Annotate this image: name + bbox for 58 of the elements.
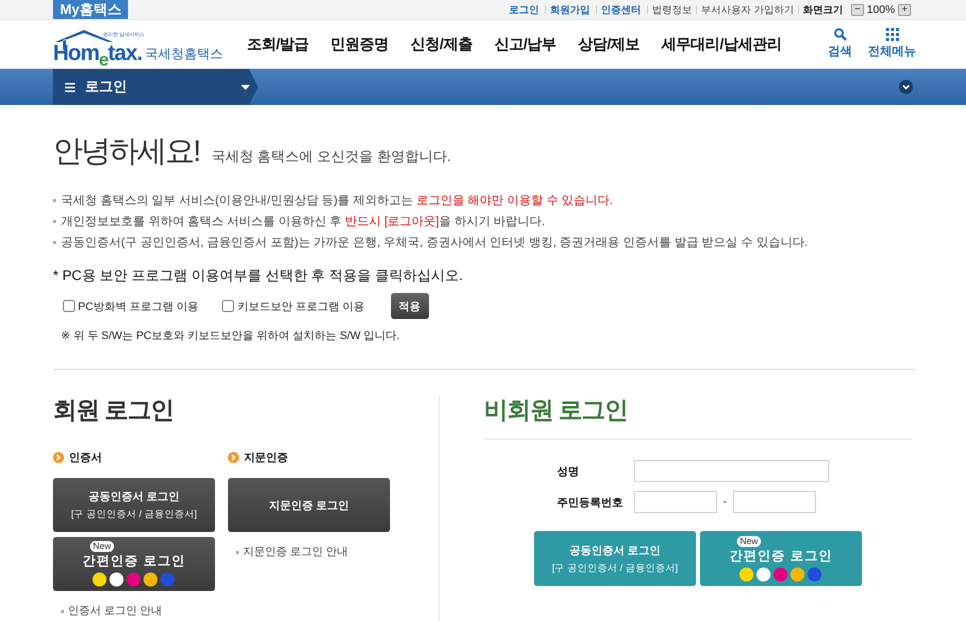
- guide-link[interactable]: 인증서 로그인 안내: [61, 603, 215, 618]
- app-logos-icon: [92, 572, 176, 587]
- id-number-input-field[interactable]: [732, 491, 816, 513]
- menu-icon: [65, 82, 75, 92]
- name-input-field[interactable]: [634, 460, 829, 482]
- logo-wordmark: Hom$_{e}$tax.: [53, 40, 142, 70]
- section-heading: 인증서: [69, 451, 102, 465]
- search-icon: [834, 28, 846, 41]
- top-link[interactable]: 로그인: [509, 2, 540, 16]
- option-label: 키보드보안 프로그램 이용: [237, 300, 365, 314]
- greeting-title: 안녕하세요!: [53, 134, 200, 170]
- caret-icon: [241, 84, 250, 90]
- nav-item[interactable]: 조회/발급: [247, 34, 309, 54]
- guide-link[interactable]: 지문인증 로그인 안내: [236, 544, 390, 559]
- top-link[interactable]: 법령정보: [652, 2, 692, 16]
- greeting-subtitle: 국세청 홈택스에 오신것을 환영합니다.: [211, 148, 451, 166]
- app-logos-icon: [739, 566, 823, 582]
- top-link[interactable]: 부서사용자 가입하기: [701, 2, 794, 16]
- nav-item[interactable]: 민원증명: [330, 34, 389, 54]
- zoom-in-button[interactable]: +: [898, 4, 911, 16]
- expand-icon[interactable]: [899, 80, 913, 94]
- grid-menu-icon: [886, 28, 898, 41]
- notice-text: 국세청 홈택스의 일부 서비스(이용안내/민원상담 등)를 제외하고는 로그인을 해야만 이용할 수 있습니다.: [53, 192, 916, 208]
- guest-login-title: 비회원 로그인: [484, 394, 912, 440]
- simple-auth-login-button[interactable]: New 간편인증 로그인: [700, 531, 862, 586]
- field-label: 성명: [557, 464, 580, 478]
- nav-item[interactable]: 상담/제보: [578, 34, 640, 54]
- security-instruction: * PC용 보안 프로그램 이용여부를 선택한 후 적용을 클릭하십시오.: [53, 267, 464, 285]
- my-hometax-tab[interactable]: My홈택스: [53, 0, 128, 19]
- top-link[interactable]: 인증센터: [601, 2, 642, 16]
- bullet-arrow-icon: [228, 452, 239, 463]
- simple-auth-login-button[interactable]: New 간편인증 로그인: [53, 537, 215, 591]
- notice-text: 공동인증서(구 공인인증서, 금융인증서 포함)는 가까운 은행, 우체국, 증권사에서 인터넷 뱅킹, 증권거래용 인증서를 발급 받으실 수 있습니다.: [53, 234, 916, 250]
- apply-button[interactable]: 적용: [390, 293, 429, 319]
- bullet-arrow-icon: [53, 452, 64, 463]
- breadcrumb-dropdown[interactable]: 로그인: [53, 69, 258, 105]
- all-menu-button[interactable]: 전체메뉴: [868, 28, 916, 60]
- zoom-label: 화면크기: [802, 4, 843, 16]
- certificate-login-button[interactable]: 지문인증 로그인: [228, 478, 390, 532]
- field-label: 주민등록번호: [557, 496, 624, 510]
- option-label: PC방화벽 프로그램 이용: [78, 300, 198, 314]
- member-login-title: 회원 로그인: [53, 396, 175, 426]
- nav-item[interactable]: 신고/납부: [494, 34, 556, 54]
- notice-text: 개인정보보호를 위하여 홈택스 서비스를 이용하신 후 반드시 [로그아웃]을 하시기 바랍니다.: [53, 213, 916, 229]
- section-heading: 지문인증: [244, 451, 288, 465]
- zoom-out-button[interactable]: −: [850, 4, 864, 16]
- id-number-input-field[interactable]: [634, 491, 717, 513]
- zoom-value: 100%: [866, 4, 895, 16]
- nav-item[interactable]: 세무대리/납세관리: [662, 34, 782, 54]
- certificate-login-button[interactable]: 공동인증서 로그인 [구 공인인증서 / 금융인증서]: [53, 478, 215, 532]
- option-checkbox[interactable]: [222, 300, 234, 312]
- security-note: ※ 위 두 S/W는 PC보호와 키보드보안을 위하여 설치하는 S/W 입니다.: [61, 329, 401, 343]
- option-checkbox[interactable]: [63, 300, 75, 312]
- nav-item[interactable]: 신청/제출: [410, 34, 472, 54]
- field-separator: -: [723, 496, 727, 508]
- logo-name: 국세청홈택스: [145, 45, 223, 63]
- top-link[interactable]: 회원가입: [550, 2, 590, 16]
- search-button[interactable]: 검색: [828, 28, 852, 60]
